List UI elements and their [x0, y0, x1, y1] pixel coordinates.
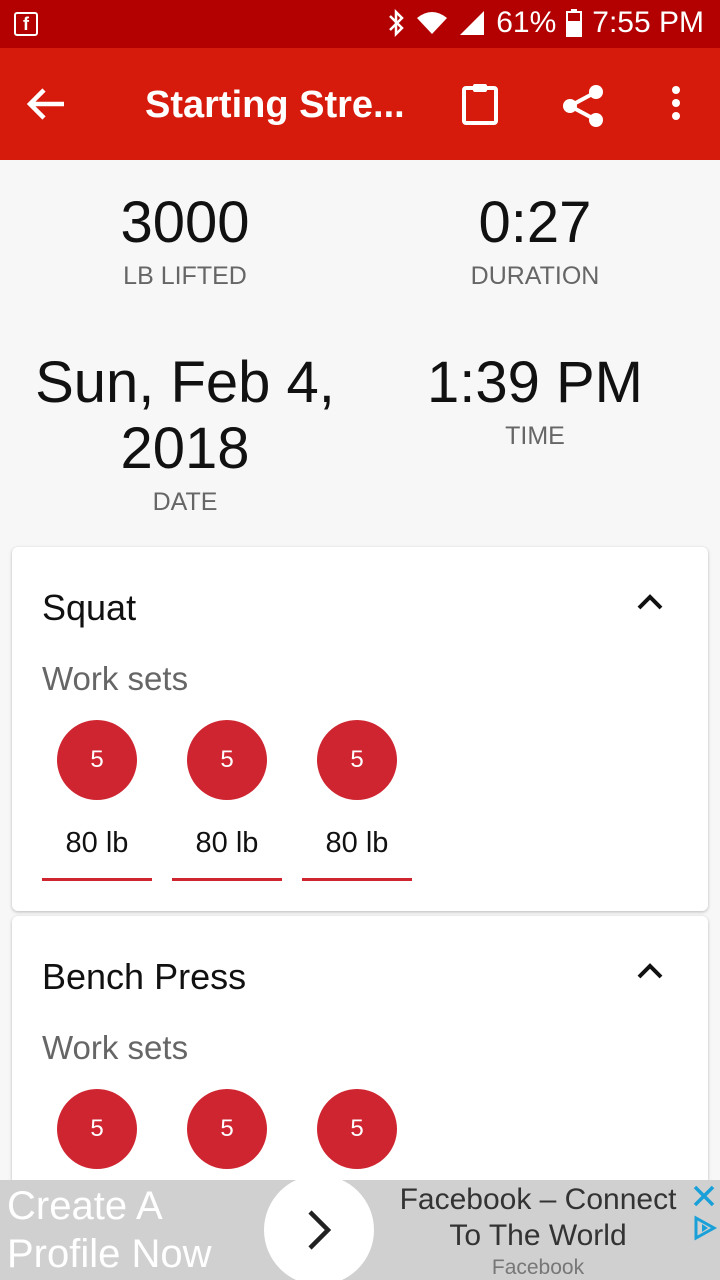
exercise-name: Bench Press	[42, 956, 247, 997]
time-label: TIME	[505, 422, 565, 450]
set-button[interactable]: 5	[187, 1089, 267, 1169]
date-stat: Sun, Feb 4, 2018 DATE	[5, 350, 365, 517]
battery-percent: 61%	[496, 6, 557, 39]
lb-lifted-value: 3000	[120, 190, 250, 255]
page-title: Starting Stre...	[145, 84, 405, 126]
work-sets-label: Work sets	[42, 660, 189, 697]
work-sets-label: Work sets	[42, 1029, 189, 1066]
more-vert-icon[interactable]	[666, 84, 686, 124]
weight-field[interactable]: 80 lb	[302, 827, 412, 881]
share-icon[interactable]	[560, 82, 608, 130]
chevron-up-icon[interactable]	[636, 591, 664, 611]
duration-stat: 0:27 DURATION	[355, 190, 715, 291]
back-arrow-icon[interactable]	[24, 84, 68, 124]
date-value-line2: 2018	[120, 416, 250, 481]
ad-right-text: Facebook – Connect To The World Facebook	[380, 1182, 696, 1280]
status-time: 7:55 PM	[592, 6, 704, 39]
chevron-up-icon[interactable]	[636, 960, 664, 980]
chevron-right-icon	[308, 1210, 332, 1250]
ad-headline-line2: To The World	[449, 1219, 627, 1252]
set-button[interactable]: 5	[57, 720, 137, 800]
set-button[interactable]: 5	[187, 720, 267, 800]
battery-icon	[566, 9, 583, 37]
exercise-card-bench-press: Bench Press Work sets 5 5 5	[12, 916, 708, 1216]
exercise-card-squat: Squat Work sets 5 5 5 80 lb 80 lb 80 lb	[12, 547, 708, 911]
duration-label: DURATION	[470, 262, 600, 290]
clipboard-icon[interactable]	[460, 82, 500, 126]
ad-go-button[interactable]	[264, 1180, 374, 1280]
time-value: 1:39 PM	[427, 350, 643, 415]
weight-field[interactable]: 80 lb	[172, 827, 282, 881]
ad-brand: Facebook	[491, 1256, 585, 1279]
duration-value: 0:27	[478, 190, 592, 255]
ad-left-text: Create A Profile Now	[7, 1182, 212, 1278]
signal-icon	[460, 11, 485, 35]
ad-headline-line1: Facebook – Connect	[399, 1183, 677, 1216]
adchoices-icon[interactable]	[690, 1214, 718, 1242]
time-stat: 1:39 PM TIME	[355, 350, 715, 451]
close-icon[interactable]	[690, 1182, 718, 1210]
bluetooth-icon	[389, 9, 404, 37]
ad-left-line2: Profile Now	[7, 1232, 212, 1276]
app-bar: Starting Stre...	[0, 48, 720, 160]
set-button[interactable]: 5	[317, 1089, 397, 1169]
set-button[interactable]: 5	[57, 1089, 137, 1169]
weight-field[interactable]: 80 lb	[42, 827, 152, 881]
wifi-icon	[417, 12, 448, 34]
date-value-line1: Sun, Feb 4,	[35, 350, 335, 415]
ad-left-line1: Create A	[7, 1184, 163, 1228]
set-button[interactable]: 5	[317, 720, 397, 800]
lb-lifted-label: LB LIFTED	[123, 262, 247, 290]
ad-banner[interactable]: Create A Profile Now Facebook – Connect …	[0, 1180, 720, 1280]
facebook-icon: f	[14, 12, 38, 36]
date-label: DATE	[152, 488, 218, 516]
lb-lifted-stat: 3000 LB LIFTED	[5, 190, 365, 291]
exercise-name: Squat	[42, 587, 137, 628]
status-bar: f 61% 7:55 PM	[0, 0, 720, 48]
